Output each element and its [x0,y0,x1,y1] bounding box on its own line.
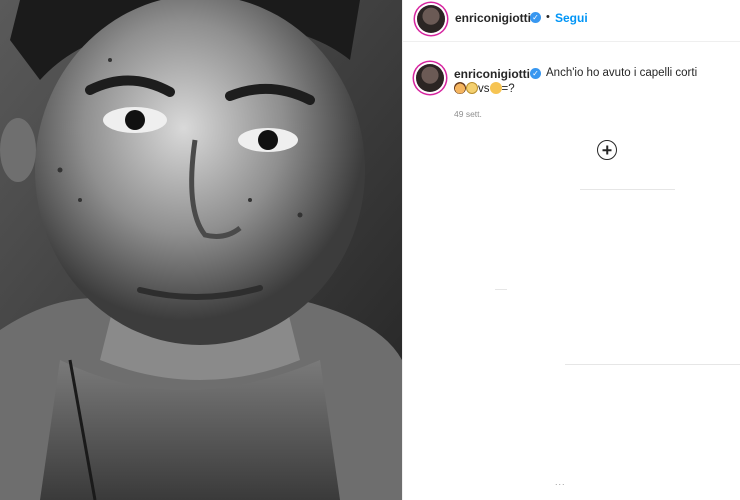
caption-timestamp[interactable]: 49 sett. [454,109,482,119]
caption-author-username[interactable]: enriconigiotti [454,67,530,81]
faint-divider [565,364,740,365]
faint-divider [580,189,675,190]
post-caption: enriconigiotti ✓ Anch'io ho avuto i cape… [402,0,740,500]
portrait-image [0,0,402,500]
comments-ellipsis: ... [555,477,566,487]
caption-text: Anch'io ho avuto i capelli corti [546,67,698,79]
boy-face-emoji-icon [454,82,466,94]
emoji-question-text: =? [501,83,515,95]
smiley-emoji-icon [489,82,502,94]
faint-divider [495,289,507,290]
plus-circle-icon[interactable] [597,140,617,160]
verified-badge-icon: ✓ [530,68,541,79]
curly-face-emoji-icon [466,82,478,94]
caption-author-avatar[interactable] [416,64,444,92]
caption-emoji-line: vs =? [454,82,515,95]
emoji-vs-text: vs [478,83,490,95]
post-photo[interactable] [0,0,402,500]
